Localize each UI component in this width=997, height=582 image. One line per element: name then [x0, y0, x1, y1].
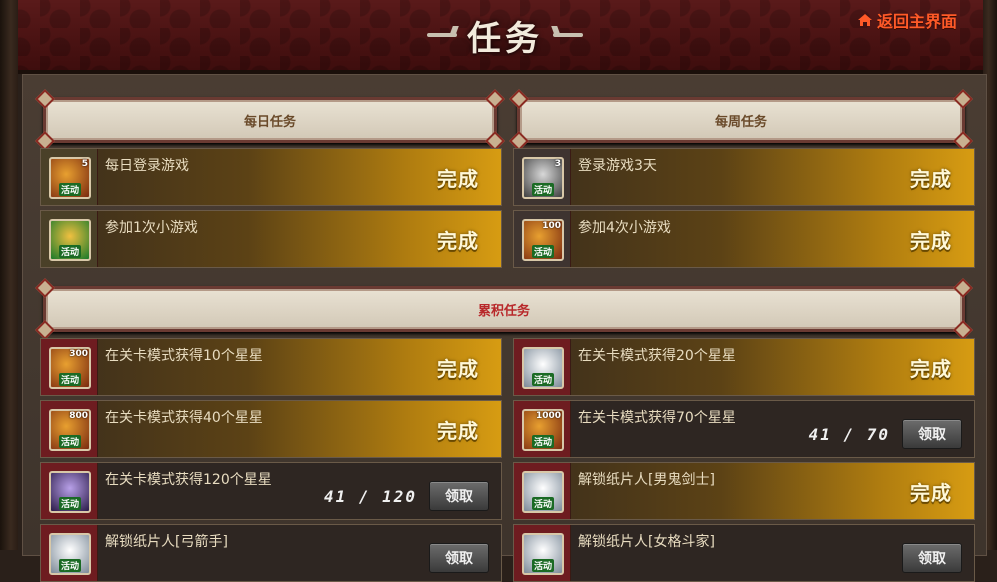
home-button-label: 返回主界面	[876, 12, 957, 31]
title-right-ornament	[553, 28, 583, 42]
fire-icon: 100 活动	[522, 219, 564, 261]
task-row: 活动 在关卡模式获得20个星星 完成	[513, 338, 975, 396]
character-icon: 活动	[522, 533, 564, 575]
task-row: 800 活动 在关卡模式获得40个星星 完成	[40, 400, 502, 458]
fire-icon: 5 活动	[49, 157, 91, 199]
task-panel: 每日任务 每周任务 5 活动 每日登录游戏 完成 活动 参加1次小游戏 完成 3…	[22, 74, 987, 582]
task-status-complete: 完成	[910, 229, 952, 253]
task-row: 5 活动 每日登录游戏 完成	[40, 148, 502, 206]
task-row: 3 活动 登录游戏3天 完成	[513, 148, 975, 206]
daily-section-banner: 每日任务	[35, 89, 505, 151]
task-status-complete: 完成	[437, 357, 479, 381]
task-status-complete: 完成	[910, 481, 952, 505]
task-name: 在关卡模式获得70个星星	[578, 410, 736, 426]
fire-icon: 800 活动	[49, 409, 91, 451]
home-icon	[857, 14, 872, 26]
weekly-section-banner: 每周任务	[509, 89, 973, 151]
daily-section-title: 每日任务	[243, 114, 296, 130]
task-name: 每日登录游戏	[105, 158, 189, 174]
task-row: 活动 在关卡模式获得120个星星 41 / 120 领取	[40, 462, 502, 520]
sword-icon: 3 活动	[522, 157, 564, 199]
home-button[interactable]: 返回主界面	[857, 8, 957, 32]
fire-icon: 1000 活动	[522, 409, 564, 451]
task-row: 1000 活动 在关卡模式获得70个星星 41 / 70 领取	[513, 400, 975, 458]
weekly-section-title: 每周任务	[714, 114, 767, 130]
task-name: 登录游戏3天	[578, 158, 657, 174]
task-row: 活动 参加1次小游戏 完成	[40, 210, 502, 268]
page-title-text: 任务	[467, 18, 543, 59]
task-status-complete: 完成	[437, 419, 479, 443]
task-status-complete: 完成	[910, 357, 952, 381]
task-progress: 41 / 120	[323, 487, 417, 506]
task-name: 解锁纸片人[弓箭手]	[105, 534, 228, 550]
task-row: 100 活动 参加4次小游戏 完成	[513, 210, 975, 268]
task-status-complete: 完成	[437, 229, 479, 253]
task-name: 解锁纸片人[女格斗家]	[578, 534, 715, 550]
task-name: 参加4次小游戏	[578, 220, 671, 236]
task-status-complete: 完成	[437, 167, 479, 191]
task-row: 活动 解锁纸片人[男鬼剑士] 完成	[513, 462, 975, 520]
claim-button[interactable]: 领取	[429, 481, 489, 511]
task-row: 活动 解锁纸片人[弓箭手] 领取	[40, 524, 502, 582]
task-status-complete: 完成	[910, 167, 952, 191]
task-name: 在关卡模式获得120个星星	[105, 472, 272, 488]
page-title: 任务	[420, 8, 590, 62]
character-icon: 活动	[522, 471, 564, 513]
task-name: 在关卡模式获得10个星星	[105, 348, 263, 364]
fire-icon: 300 活动	[49, 347, 91, 389]
left-frame	[0, 0, 18, 550]
task-row: 300 活动 在关卡模式获得10个星星 完成	[40, 338, 502, 396]
claim-button[interactable]: 领取	[902, 543, 962, 573]
character-icon: 活动	[49, 471, 91, 513]
task-name: 在关卡模式获得20个星星	[578, 348, 736, 364]
cumulative-section-banner: 累积任务	[35, 278, 973, 340]
gift-icon: 活动	[49, 219, 91, 261]
task-name: 参加1次小游戏	[105, 220, 198, 236]
mystery-icon: 活动	[522, 347, 564, 389]
character-icon: 活动	[49, 533, 91, 575]
cumulative-section-title: 累积任务	[477, 303, 530, 319]
task-name: 在关卡模式获得40个星星	[105, 410, 263, 426]
claim-button[interactable]: 领取	[902, 419, 962, 449]
claim-button[interactable]: 领取	[429, 543, 489, 573]
task-row: 活动 解锁纸片人[女格斗家] 领取	[513, 524, 975, 582]
task-progress: 41 / 70	[808, 425, 890, 444]
task-name: 解锁纸片人[男鬼剑士]	[578, 472, 715, 488]
title-left-ornament	[427, 28, 457, 42]
